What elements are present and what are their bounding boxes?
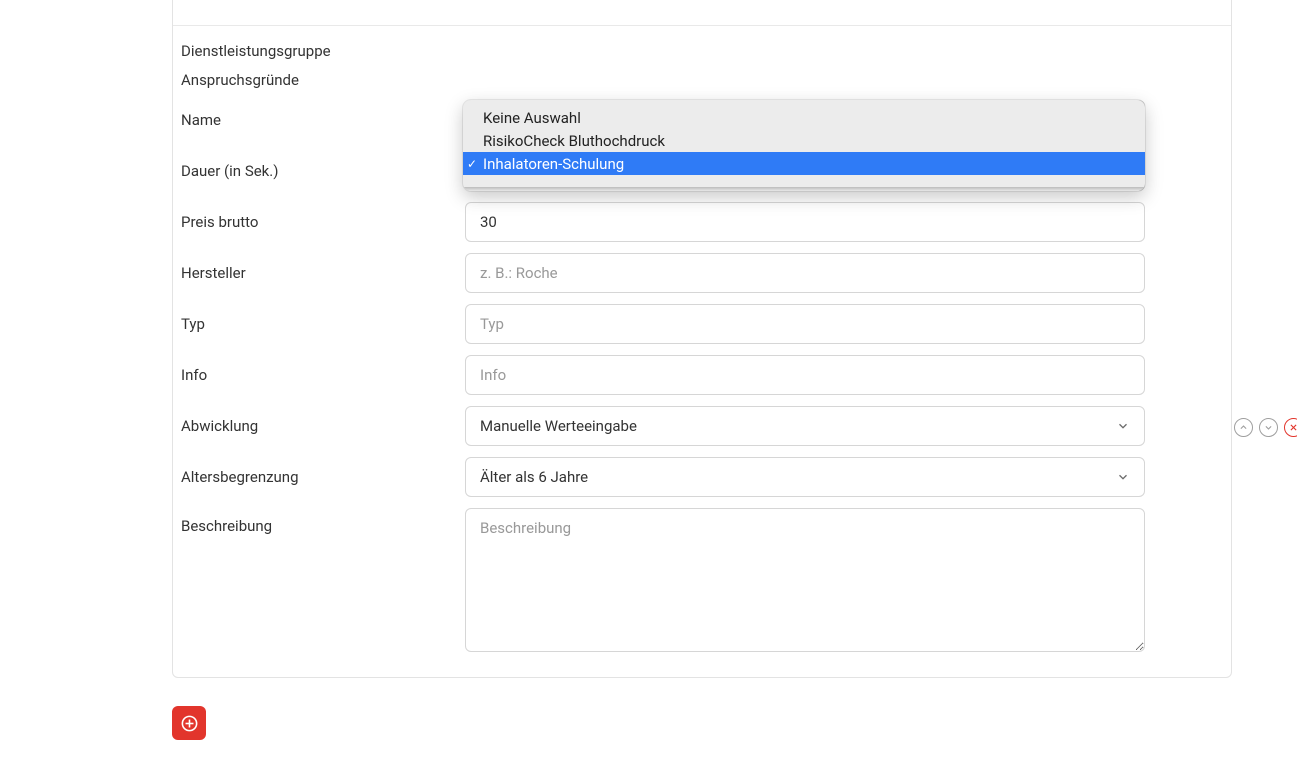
label-anspruchsgruende: Anspruchsgründe xyxy=(173,71,465,89)
label-dienstleistungsgruppe: Dienstleistungsgruppe xyxy=(173,42,465,60)
label-hersteller: Hersteller xyxy=(173,264,465,282)
move-up-button[interactable] xyxy=(1234,418,1253,437)
dropdown-option-selected[interactable]: ✓ Inhalatoren-Schulung xyxy=(463,152,1145,175)
label-preis: Preis brutto xyxy=(173,213,465,231)
label-info: Info xyxy=(173,366,465,384)
altersbegrenzung-select[interactable]: Älter als 6 Jahre xyxy=(465,457,1145,497)
top-row xyxy=(173,0,1231,26)
label-beschreibung: Beschreibung xyxy=(173,508,465,535)
delete-button[interactable] xyxy=(1284,418,1297,437)
select-value: Älter als 6 Jahre xyxy=(480,468,588,486)
abwicklung-select[interactable]: Manuelle Werteeingabe xyxy=(465,406,1145,446)
manufacturer-input[interactable] xyxy=(465,253,1145,293)
label-altersbegrenzung: Altersbegrenzung xyxy=(173,468,465,486)
description-textarea[interactable] xyxy=(465,508,1145,652)
dropdown-option[interactable]: RisikoCheck Bluthochdruck xyxy=(463,129,1145,152)
form-panel: Keine Auswahl RisikoCheck Bluthochdruck … xyxy=(172,0,1232,678)
label-abwicklung: Abwicklung xyxy=(173,417,465,435)
move-down-button[interactable] xyxy=(1259,418,1278,437)
row-actions xyxy=(1234,418,1297,437)
dropdown-option-label: Keine Auswahl xyxy=(483,109,581,127)
type-input[interactable] xyxy=(465,304,1145,344)
price-input[interactable] xyxy=(465,202,1145,242)
label-typ: Typ xyxy=(173,315,465,333)
chevron-down-icon xyxy=(1116,419,1130,433)
select-value: Manuelle Werteeingabe xyxy=(480,417,637,435)
add-button[interactable] xyxy=(172,706,206,740)
label-name: Name xyxy=(173,111,465,129)
info-input[interactable] xyxy=(465,355,1145,395)
chevron-down-icon xyxy=(1116,470,1130,484)
dropdown-option-label: Inhalatoren-Schulung xyxy=(483,155,624,173)
dropdown-option[interactable]: Keine Auswahl xyxy=(463,106,1145,129)
check-icon: ✓ xyxy=(467,157,477,171)
dienstleistungsgruppe-dropdown[interactable]: Keine Auswahl RisikoCheck Bluthochdruck … xyxy=(463,100,1145,191)
dropdown-bottom-edge xyxy=(463,187,1145,191)
label-dauer: Dauer (in Sek.) xyxy=(173,162,465,180)
dropdown-option-label: RisikoCheck Bluthochdruck xyxy=(483,132,665,150)
